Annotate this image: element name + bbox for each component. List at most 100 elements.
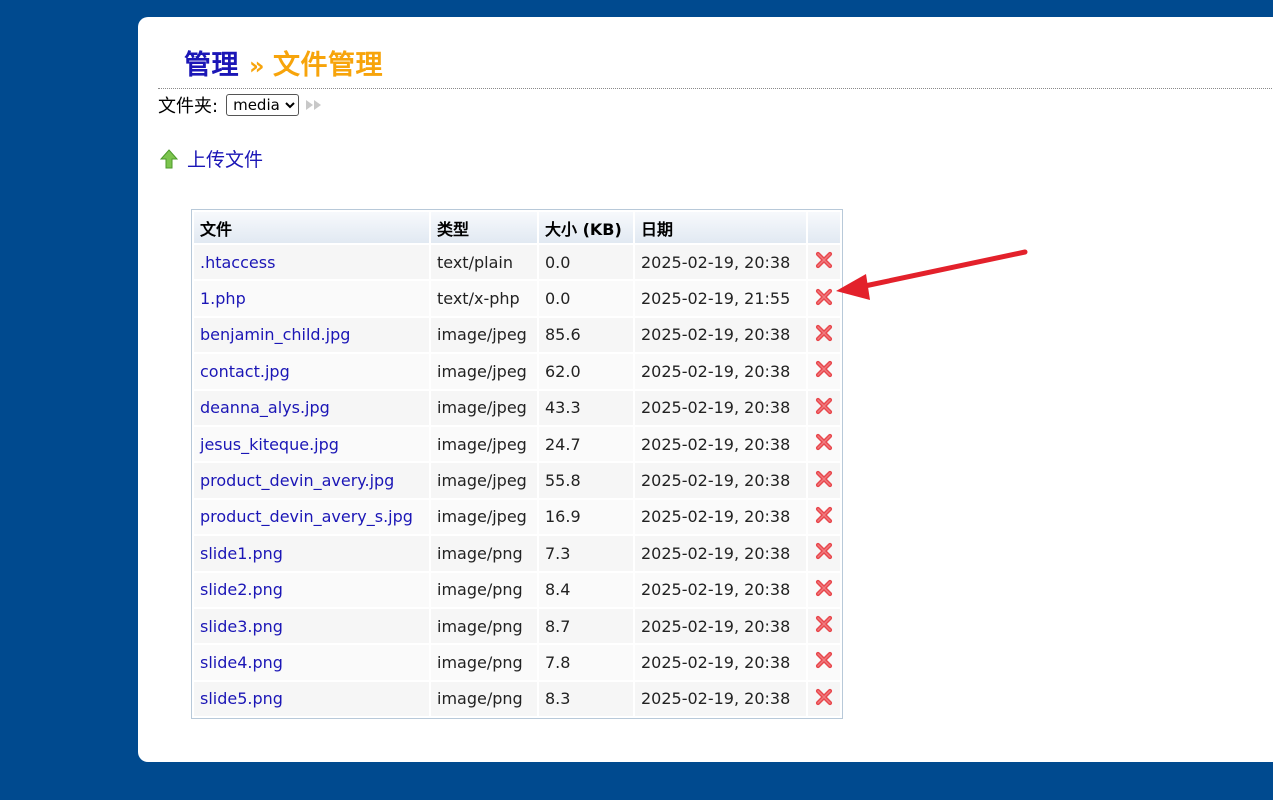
file-link[interactable]: slide2.png (200, 580, 283, 599)
table-row: slide5.png image/png 8.3 2025-02-19, 20:38 (194, 681, 840, 717)
delete-cell (808, 245, 840, 280)
delete-x-icon[interactable] (815, 251, 833, 273)
file-date-cell: 2025-02-19, 20:38 (635, 572, 806, 607)
title-divider (158, 88, 1273, 89)
column-header-size: 大小 (KB) (539, 212, 633, 243)
file-name-cell: product_devin_avery_s.jpg (194, 499, 429, 535)
file-size-cell: 62.0 (539, 354, 633, 389)
upload-file-label: 上传文件 (187, 149, 264, 171)
file-link[interactable]: slide1.png (200, 544, 283, 563)
file-date-cell: 2025-02-19, 21:55 (635, 281, 806, 316)
table-row: contact.jpg image/jpeg 62.0 2025-02-19, 20:… (194, 354, 840, 389)
delete-cell (808, 645, 840, 680)
file-date-cell: 2025-02-19, 20:38 (635, 499, 806, 535)
file-type-cell: image/jpeg (431, 463, 537, 498)
forward-arrows-icon[interactable] (305, 98, 323, 112)
file-size-cell: 85.6 (539, 317, 633, 353)
table-row: 1.php text/x-php 0.0 2025-02-19, 21:55 (194, 281, 840, 316)
file-type-cell: image/png (431, 608, 537, 644)
file-type-cell: image/jpeg (431, 499, 537, 535)
breadcrumb-current: 文件管理 (273, 50, 384, 81)
delete-x-icon[interactable] (815, 360, 833, 382)
upload-file-link[interactable]: 上传文件 (160, 145, 263, 172)
table-row: deanna_alys.jpg image/jpeg 43.3 2025-02-19,… (194, 390, 840, 425)
file-type-cell: image/jpeg (431, 426, 537, 462)
column-header-actions (808, 212, 840, 243)
delete-x-icon[interactable] (815, 470, 833, 492)
file-link[interactable]: slide3.png (200, 617, 283, 636)
file-size-cell: 16.9 (539, 499, 633, 535)
file-link[interactable]: slide5.png (200, 689, 283, 708)
folder-label: 文件夹: (158, 96, 219, 117)
delete-x-icon[interactable] (815, 397, 833, 419)
table-row: product_devin_avery_s.jpg image/jpeg 16.9 2… (194, 499, 840, 535)
upload-arrow-icon (160, 148, 178, 168)
delete-x-icon[interactable] (815, 615, 833, 637)
file-link[interactable]: product_devin_avery.jpg (200, 471, 394, 490)
folder-select[interactable]: media (226, 94, 300, 116)
file-link[interactable]: product_devin_avery_s.jpg (200, 507, 413, 526)
table-row: slide1.png image/png 7.3 2025-02-19, 20:38 (194, 536, 840, 571)
file-type-cell: image/png (431, 681, 537, 717)
file-size-cell: 7.8 (539, 645, 633, 680)
delete-cell (808, 608, 840, 644)
file-size-cell: 7.3 (539, 536, 633, 571)
table-row: product_devin_avery.jpg image/jpeg 55.8 202… (194, 463, 840, 498)
file-name-cell: contact.jpg (194, 354, 429, 389)
file-link[interactable]: slide4.png (200, 653, 283, 672)
file-link[interactable]: deanna_alys.jpg (200, 398, 330, 417)
delete-cell (808, 536, 840, 571)
delete-x-icon[interactable] (815, 433, 833, 455)
file-size-cell: 8.7 (539, 608, 633, 644)
file-size-cell: 24.7 (539, 426, 633, 462)
file-name-cell: product_devin_avery.jpg (194, 463, 429, 498)
breadcrumb-admin[interactable]: 管理 (184, 50, 239, 81)
file-date-cell: 2025-02-19, 20:38 (635, 317, 806, 353)
table-row: jesus_kiteque.jpg image/jpeg 24.7 2025-02-1… (194, 426, 840, 462)
table-row: benjamin_child.jpg image/jpeg 85.6 2025-02-… (194, 317, 840, 353)
file-date-cell: 2025-02-19, 20:38 (635, 681, 806, 717)
delete-x-icon[interactable] (815, 579, 833, 601)
file-type-cell: image/jpeg (431, 317, 537, 353)
file-type-cell: image/png (431, 645, 537, 680)
delete-cell (808, 572, 840, 607)
delete-x-icon[interactable] (815, 688, 833, 710)
file-name-cell: slide5.png (194, 681, 429, 717)
folder-selector-row: 文件夹: media (158, 92, 323, 118)
file-date-cell: 2025-02-19, 20:38 (635, 245, 806, 280)
column-header-type: 类型 (431, 212, 537, 243)
delete-x-icon[interactable] (815, 542, 833, 564)
delete-cell (808, 499, 840, 535)
file-name-cell: slide4.png (194, 645, 429, 680)
file-size-cell: 8.3 (539, 681, 633, 717)
file-date-cell: 2025-02-19, 20:38 (635, 608, 806, 644)
table-row: .htaccess text/plain 0.0 2025-02-19, 20:38 (194, 245, 840, 280)
file-date-cell: 2025-02-19, 20:38 (635, 390, 806, 425)
file-link[interactable]: jesus_kiteque.jpg (200, 435, 339, 454)
file-type-cell: image/jpeg (431, 354, 537, 389)
delete-x-icon[interactable] (815, 288, 833, 310)
column-header-date: 日期 (635, 212, 806, 243)
file-name-cell: slide3.png (194, 608, 429, 644)
delete-cell (808, 317, 840, 353)
delete-x-icon[interactable] (815, 651, 833, 673)
delete-cell (808, 463, 840, 498)
page-title: 管理 » 文件管理 (184, 43, 383, 82)
file-name-cell: slide1.png (194, 536, 429, 571)
file-size-cell: 0.0 (539, 245, 633, 280)
table-row: slide4.png image/png 7.8 2025-02-19, 20:38 (194, 645, 840, 680)
file-type-cell: text/plain (431, 245, 537, 280)
column-header-file: 文件 (194, 212, 429, 243)
file-link[interactable]: 1.php (200, 289, 246, 308)
file-link[interactable]: .htaccess (200, 253, 275, 272)
file-link[interactable]: benjamin_child.jpg (200, 325, 350, 344)
file-date-cell: 2025-02-19, 20:38 (635, 463, 806, 498)
file-name-cell: slide2.png (194, 572, 429, 607)
file-date-cell: 2025-02-19, 20:38 (635, 426, 806, 462)
file-table: 文件 类型 大小 (KB) 日期 .htaccess text/plain 0.0 2… (191, 209, 843, 720)
delete-x-icon[interactable] (815, 506, 833, 528)
file-size-cell: 55.8 (539, 463, 633, 498)
table-row: slide2.png image/png 8.4 2025-02-19, 20:38 (194, 572, 840, 607)
file-link[interactable]: contact.jpg (200, 362, 290, 381)
delete-x-icon[interactable] (815, 324, 833, 346)
